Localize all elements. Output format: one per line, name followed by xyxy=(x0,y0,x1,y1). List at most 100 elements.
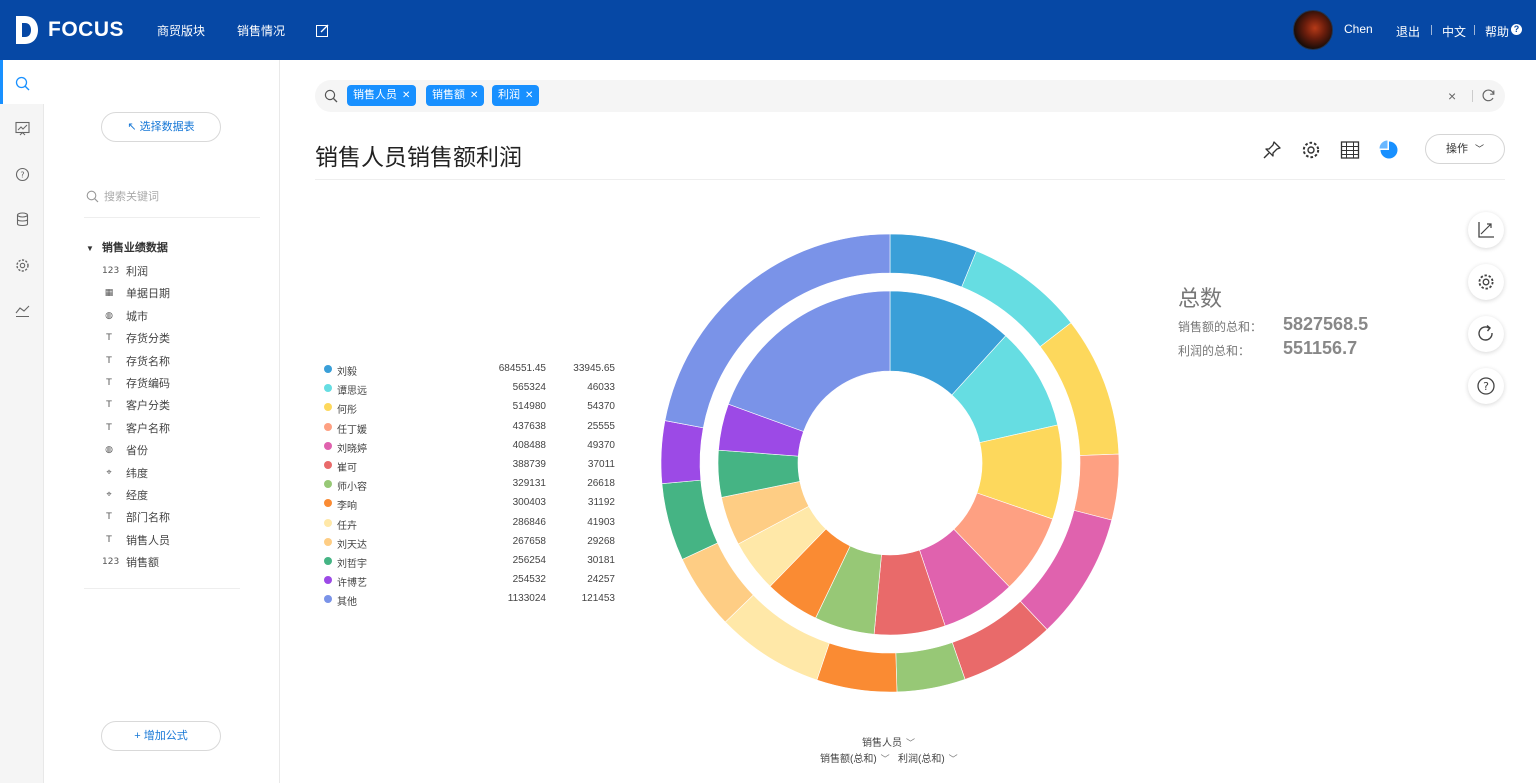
search-chip[interactable]: 销售额 ✕ xyxy=(426,85,485,106)
field-item[interactable]: ▦ 单据日期 xyxy=(102,284,170,302)
language-link[interactable]: 中文 xyxy=(1442,23,1466,40)
field-label: 经度 xyxy=(126,490,148,502)
avatar[interactable] xyxy=(1293,10,1333,50)
field-item[interactable]: T 存货分类 xyxy=(102,329,170,347)
field-item[interactable]: 123 销售额 xyxy=(102,553,159,571)
legend-item[interactable]: 谭思远 565324 46033 xyxy=(324,380,619,398)
profit-slice[interactable] xyxy=(660,420,704,484)
table-group-title[interactable]: ▼ 销售业绩数据 xyxy=(86,239,168,255)
help-link[interactable]: 帮助 xyxy=(1485,23,1509,40)
legend-item[interactable]: 刘晓婷 408488 49370 xyxy=(324,438,619,455)
field-item[interactable]: ◍ 城市 xyxy=(102,307,148,325)
question-icon: ? xyxy=(1477,377,1495,395)
legend-item[interactable]: 任卉 286846 41903 xyxy=(324,515,619,532)
chip-label: 销售额 xyxy=(432,89,465,101)
date-type-icon: ▦ xyxy=(104,288,114,299)
edit-icon[interactable] xyxy=(316,24,329,37)
chart-settings-button[interactable] xyxy=(1468,264,1504,300)
legend-swatch xyxy=(324,365,332,373)
field-item[interactable]: T 客户分类 xyxy=(102,396,170,414)
measure2-selector[interactable]: 利润(总和) ﹀ xyxy=(898,750,958,765)
field-item[interactable]: ⌖ 纬度 xyxy=(102,464,148,482)
field-item[interactable]: T 客户名称 xyxy=(102,419,170,437)
field-item[interactable]: T 部门名称 xyxy=(102,508,170,526)
settings-icon[interactable] xyxy=(15,258,30,273)
select-table-button[interactable]: ↖ 选择数据表 xyxy=(101,112,221,142)
nav-item-sales[interactable]: 销售情况 xyxy=(237,22,285,39)
search-icon[interactable] xyxy=(15,76,30,91)
legend-sales-value: 254532 xyxy=(512,574,546,586)
legend-item[interactable]: 其他 1133024 121453 xyxy=(324,591,619,608)
legend-item[interactable]: 师小容 329131 26618 xyxy=(324,476,619,494)
table-icon[interactable] xyxy=(1340,140,1360,160)
field-item[interactable]: ◍ 省份 xyxy=(102,441,148,459)
search-icon xyxy=(324,89,338,103)
chevron-down-icon: ﹀ xyxy=(948,754,958,764)
search-chip[interactable]: 销售人员 ✕ xyxy=(347,85,417,106)
dashboard-icon[interactable] xyxy=(15,121,30,136)
field-item[interactable]: T 存货名称 xyxy=(102,352,170,370)
legend-sales-value: 267658 xyxy=(512,535,546,547)
legend-sales-value: 256254 xyxy=(512,555,546,566)
legend-label: 师小容 xyxy=(337,482,367,494)
text-type-icon: T xyxy=(106,534,112,545)
profit-slice[interactable] xyxy=(889,233,977,288)
dimension-label: 销售人员 xyxy=(862,738,902,749)
logout-link[interactable]: 退出 xyxy=(1396,23,1420,40)
question-icon[interactable]: ? xyxy=(15,167,30,182)
operation-label: 操作 xyxy=(1445,143,1468,155)
database-icon[interactable] xyxy=(15,212,30,227)
divider xyxy=(1472,90,1473,102)
nav-item-business[interactable]: 商贸版块 xyxy=(157,22,205,39)
refresh-button[interactable] xyxy=(1468,316,1504,352)
add-formula-button[interactable]: + 增加公式 xyxy=(101,721,221,751)
legend-label: 谭思远 xyxy=(337,386,367,398)
clear-icon[interactable]: × xyxy=(1448,88,1456,104)
pin-icon[interactable] xyxy=(1262,140,1282,160)
refresh-icon[interactable] xyxy=(1481,88,1496,103)
legend-label: 刘哲宇 xyxy=(337,559,367,570)
top-bar: FOCUS 商贸版块 销售情况 Chen 退出 中文 帮助 ? xyxy=(0,0,1536,60)
close-icon[interactable]: ✕ xyxy=(402,90,410,101)
gear-icon[interactable] xyxy=(1301,140,1321,160)
legend-sales-value: 408488 xyxy=(512,439,546,451)
legend-profit-value: 29268 xyxy=(587,535,615,547)
legend-item[interactable]: 刘毅 684551.45 33945.65 xyxy=(324,361,619,378)
field-item[interactable]: T 销售人员 xyxy=(102,531,170,549)
field-item[interactable]: T 存货编码 xyxy=(102,374,170,392)
legend-item[interactable]: 任丁媛 437638 25555 xyxy=(324,419,619,436)
legend-item[interactable]: 刘天达 267658 29268 xyxy=(324,534,619,551)
legend-item[interactable]: 许博艺 254532 24257 xyxy=(324,572,619,589)
measure2-label: 利润(总和) xyxy=(898,754,945,765)
legend-item[interactable]: 崔可 388739 37011 xyxy=(324,457,619,474)
profit-slice[interactable] xyxy=(1073,453,1120,521)
legend-swatch xyxy=(324,499,332,508)
search-bar[interactable]: 销售人员 ✕ 销售额 ✕ 利润 ✕ × xyxy=(315,80,1505,112)
pie-chart-icon[interactable] xyxy=(1379,140,1399,160)
axis-button[interactable] xyxy=(1468,212,1504,248)
help-button[interactable]: ? xyxy=(1468,368,1504,404)
legend-item[interactable]: 李响 300403 31192 xyxy=(324,495,619,512)
chip-label: 利润 xyxy=(498,89,520,101)
field-item[interactable]: ⌖ 经度 xyxy=(102,486,148,504)
profit-slice[interactable] xyxy=(816,642,898,693)
user-name[interactable]: Chen xyxy=(1344,22,1373,36)
measure1-selector[interactable]: 销售额(总和) ﹀ xyxy=(820,750,890,765)
chevron-down-icon: ﹀ xyxy=(880,754,890,764)
help-icon[interactable]: ? xyxy=(1511,24,1522,35)
dimension-selector[interactable]: 销售人员 ﹀ xyxy=(862,734,915,749)
trend-icon[interactable] xyxy=(15,303,30,318)
close-icon[interactable]: ✕ xyxy=(470,90,478,101)
search-chip[interactable]: 利润 ✕ xyxy=(492,85,540,106)
keyword-search-input[interactable] xyxy=(104,188,254,206)
chip-label: 销售人员 xyxy=(353,89,397,101)
geo-type-icon: ◍ xyxy=(105,445,113,456)
field-item[interactable]: 123 利润 xyxy=(102,262,148,280)
logo[interactable]: FOCUS xyxy=(14,14,124,46)
legend-item[interactable]: 刘哲宇 256254 30181 xyxy=(324,553,619,570)
operation-dropdown[interactable]: 操作 ﹀ xyxy=(1425,134,1505,164)
legend-item[interactable]: 何彤 514980 54370 xyxy=(324,399,619,416)
geo-type-icon: ⌖ xyxy=(106,467,112,478)
profit-slice[interactable] xyxy=(895,642,966,693)
close-icon[interactable]: ✕ xyxy=(525,90,533,101)
